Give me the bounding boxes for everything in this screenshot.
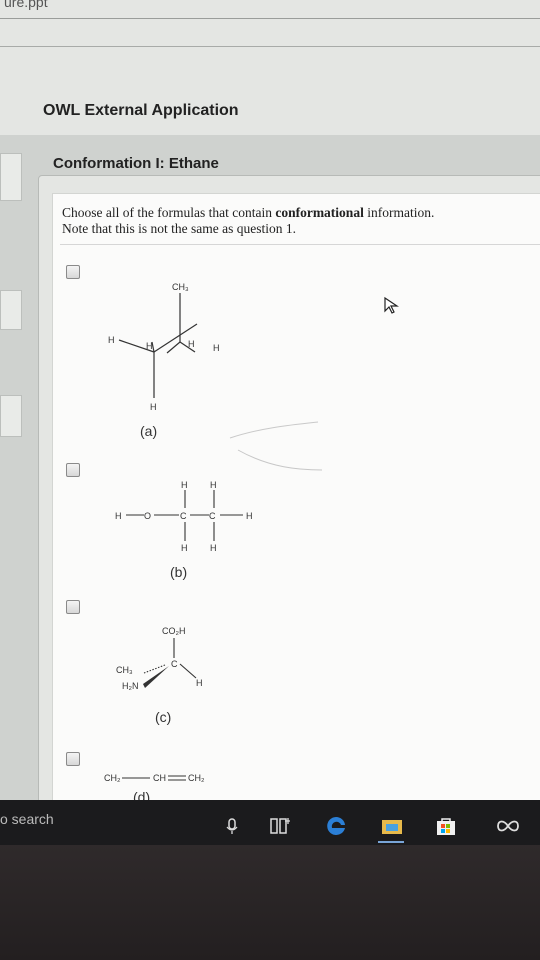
option-a-label: (a) bbox=[140, 423, 157, 439]
atom-label: CH₂ bbox=[104, 773, 121, 783]
atom-label: H₂N bbox=[122, 681, 139, 691]
atom-label: H bbox=[213, 343, 220, 353]
atom-label: H bbox=[196, 678, 203, 688]
monitor-bezel bbox=[0, 845, 540, 960]
screen-smudge bbox=[229, 421, 319, 439]
atom-label: C bbox=[171, 659, 178, 669]
option-c-label: (c) bbox=[155, 709, 171, 725]
taskbar-search[interactable]: o search bbox=[0, 811, 54, 827]
atom-label: H bbox=[181, 543, 188, 553]
atom-label: CO₂H bbox=[162, 626, 186, 636]
infinity-app-icon[interactable] bbox=[494, 812, 522, 840]
atom-label: CH₂ bbox=[188, 773, 205, 783]
atom-label: CH bbox=[153, 773, 166, 783]
screen-smudge bbox=[237, 449, 323, 471]
wedge-bond bbox=[143, 666, 169, 688]
microphone-icon[interactable] bbox=[218, 812, 246, 840]
monitor-screen: ure.ppt OWL External Application Conform… bbox=[0, 0, 540, 800]
atom-label: CH₃ bbox=[172, 282, 189, 292]
option-b-label: (b) bbox=[170, 564, 187, 580]
atom-label: O bbox=[144, 511, 151, 521]
atom-label: H bbox=[188, 339, 195, 349]
option-d-label: (d) bbox=[133, 789, 150, 800]
atom-label: CH₃ bbox=[116, 665, 133, 675]
atom-label: C bbox=[209, 511, 216, 521]
task-view-icon[interactable] bbox=[266, 812, 294, 840]
file-explorer-icon[interactable] bbox=[378, 812, 406, 840]
store-icon[interactable] bbox=[432, 812, 460, 840]
atom-label: H bbox=[108, 335, 115, 345]
atom-label: H bbox=[146, 341, 153, 351]
structure-a bbox=[118, 293, 198, 398]
atom-label: H bbox=[115, 511, 122, 521]
atom-label: H bbox=[210, 543, 217, 553]
atom-label: H bbox=[210, 480, 217, 490]
active-app-indicator bbox=[378, 841, 404, 843]
atom-label: C bbox=[180, 511, 187, 521]
atom-label: H bbox=[150, 402, 157, 412]
edge-icon[interactable] bbox=[322, 812, 350, 840]
mouse-cursor-icon bbox=[384, 296, 399, 314]
atom-label: H bbox=[181, 480, 188, 490]
structure-c bbox=[143, 638, 197, 679]
atom-label: H bbox=[246, 511, 253, 521]
structures-canvas: CH₃ H H H H H (a) H O C C H H H H H (b) bbox=[104, 282, 323, 800]
